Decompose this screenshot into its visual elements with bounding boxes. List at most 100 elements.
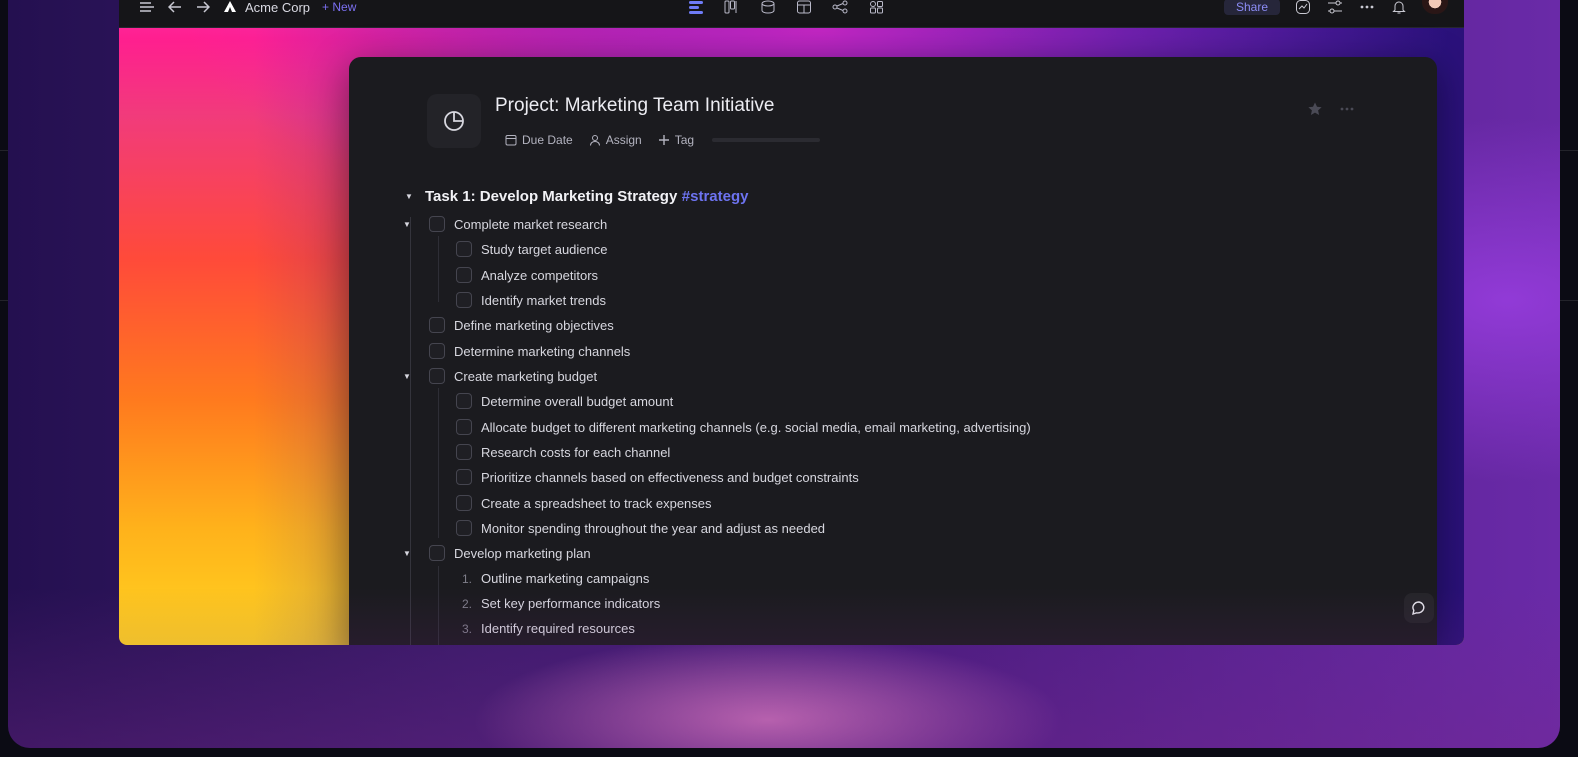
list-view-icon[interactable] [687, 0, 705, 14]
background-grid-line [0, 150, 8, 151]
comment-bubble-icon [1412, 601, 1425, 616]
board-view-icon[interactable] [723, 0, 741, 14]
due-date-button[interactable]: Due Date [505, 133, 573, 147]
checklist-item: Create a spreadsheet to track expenses [456, 495, 712, 511]
item-checkbox[interactable] [456, 520, 472, 536]
progress-bar [712, 138, 821, 142]
item-checkbox[interactable] [456, 241, 472, 257]
new-page-button[interactable]: + New [322, 0, 356, 14]
checklist-item: Monitor spending throughout the year and… [456, 520, 825, 536]
item-label[interactable]: Analyze competitors [481, 268, 598, 283]
tag-button[interactable]: Tag [658, 133, 694, 147]
more-options-icon[interactable] [1358, 0, 1376, 14]
activity-icon[interactable] [1294, 0, 1312, 14]
apps-icon[interactable] [867, 0, 885, 14]
page-properties: Due Date Assign Tag [505, 133, 821, 147]
item-label[interactable]: Determine overall budget amount [481, 394, 673, 409]
item-label[interactable]: Define marketing objectives [454, 318, 614, 333]
checklist-item: Determine overall budget amount [456, 393, 673, 409]
workspace-name: Acme Corp [245, 0, 311, 15]
item-label[interactable]: Develop marketing plan [454, 546, 591, 561]
sidebar-toggle-icon[interactable] [139, 0, 155, 14]
collapse-caret-icon[interactable]: ▼ [403, 221, 411, 229]
share-button[interactable]: Share [1223, 0, 1280, 15]
item-checkbox[interactable] [456, 267, 472, 283]
due-date-label: Due Date [522, 133, 573, 147]
item-checkbox[interactable] [429, 343, 445, 359]
numbered-item: 3. Identify required resources [456, 621, 635, 636]
item-checkbox[interactable] [456, 495, 472, 511]
notifications-bell-icon[interactable] [1390, 0, 1408, 14]
view-switcher [687, 0, 885, 14]
collapse-caret-icon[interactable]: ▼ [405, 193, 413, 201]
item-checkbox[interactable] [456, 469, 472, 485]
item-label[interactable]: Determine marketing channels [454, 344, 630, 359]
database-icon[interactable] [759, 0, 777, 14]
top-bar-right: Share [1223, 0, 1448, 15]
item-label[interactable]: Identify required resources [481, 621, 635, 636]
comments-button[interactable] [1404, 593, 1434, 623]
outline-guide-line [438, 566, 439, 645]
item-checkbox[interactable] [456, 393, 472, 409]
table-view-icon[interactable] [795, 0, 813, 14]
acme-logo-icon [223, 0, 237, 14]
checklist-item: Determine marketing channels [429, 343, 630, 359]
checklist-item: Analyze competitors [456, 267, 598, 283]
checklist-item: Identify market trends [456, 292, 606, 308]
strategy-tag[interactable]: #strategy [682, 188, 749, 205]
collapse-caret-icon[interactable]: ▼ [403, 550, 411, 558]
item-number: 3. [461, 621, 472, 636]
item-checkbox[interactable] [429, 368, 445, 384]
app-frame: Acme Corp + New Share Project: Marketing… [8, 0, 1560, 748]
item-checkbox[interactable] [456, 292, 472, 308]
page-more-options-icon[interactable] [1339, 101, 1355, 121]
user-avatar[interactable] [1422, 0, 1448, 14]
item-checkbox[interactable] [456, 444, 472, 460]
item-label[interactable]: Create a spreadsheet to track expenses [481, 496, 712, 511]
back-arrow-icon[interactable] [167, 0, 183, 14]
item-label[interactable]: Complete market research [454, 217, 607, 232]
background-grid-line [1560, 150, 1578, 151]
item-label[interactable]: Study target audience [481, 242, 607, 257]
checklist-item: Research costs for each channel [456, 444, 670, 460]
favorite-star-icon[interactable] [1307, 101, 1323, 121]
item-label[interactable]: Create marketing budget [454, 369, 597, 384]
graph-view-icon[interactable] [831, 0, 849, 14]
item-label[interactable]: Allocate budget to different marketing c… [481, 420, 1031, 435]
numbered-item: 1. Outline marketing campaigns [456, 571, 649, 586]
numbered-item: 2. Set key performance indicators [456, 596, 660, 611]
task-heading-text: Task 1: Develop Marketing Strategy [425, 188, 678, 205]
checklist-item: Prioritize channels based on effectivene… [456, 469, 859, 485]
collapse-caret-icon[interactable]: ▼ [403, 373, 411, 381]
item-label[interactable]: Research costs for each channel [481, 445, 670, 460]
item-checkbox[interactable] [429, 317, 445, 333]
checklist-item: ▼ Develop marketing plan [403, 545, 591, 561]
task-heading[interactable]: ▼ Task 1: Develop Marketing Strategy #st… [405, 188, 748, 206]
background-grid-line [1560, 300, 1578, 301]
plus-icon [658, 135, 669, 145]
item-label[interactable]: Outline marketing campaigns [481, 571, 649, 586]
checklist-item: Study target audience [456, 241, 607, 257]
settings-sliders-icon[interactable] [1326, 0, 1344, 14]
top-bar: Acme Corp + New Share [119, 0, 1464, 28]
item-label[interactable]: Identify market trends [481, 293, 606, 308]
outline-guide-line [438, 388, 439, 538]
assign-button[interactable]: Assign [589, 133, 642, 147]
page-icon[interactable] [427, 94, 481, 148]
item-number: 1. [461, 571, 472, 586]
checklist-item: Allocate budget to different marketing c… [456, 419, 1031, 435]
item-label[interactable]: Monitor spending throughout the year and… [481, 521, 825, 536]
page-title[interactable]: Project: Marketing Team Initiative [495, 95, 775, 117]
item-checkbox[interactable] [456, 419, 472, 435]
app-window: Acme Corp + New Share Project: Marketing… [119, 0, 1464, 645]
item-label[interactable]: Set key performance indicators [481, 596, 660, 611]
tag-label: Tag [674, 133, 695, 147]
workspace-switcher[interactable]: Acme Corp [223, 0, 310, 15]
item-checkbox[interactable] [429, 545, 445, 561]
checklist-item: ▼ Create marketing budget [403, 368, 597, 384]
item-checkbox[interactable] [429, 216, 445, 232]
document-card: Project: Marketing Team Initiative Due D… [349, 57, 1437, 645]
screen-background: Acme Corp + New Share Project: Marketing… [0, 0, 1578, 757]
forward-arrow-icon[interactable] [195, 0, 211, 14]
item-label[interactable]: Prioritize channels based on effectivene… [481, 470, 859, 485]
